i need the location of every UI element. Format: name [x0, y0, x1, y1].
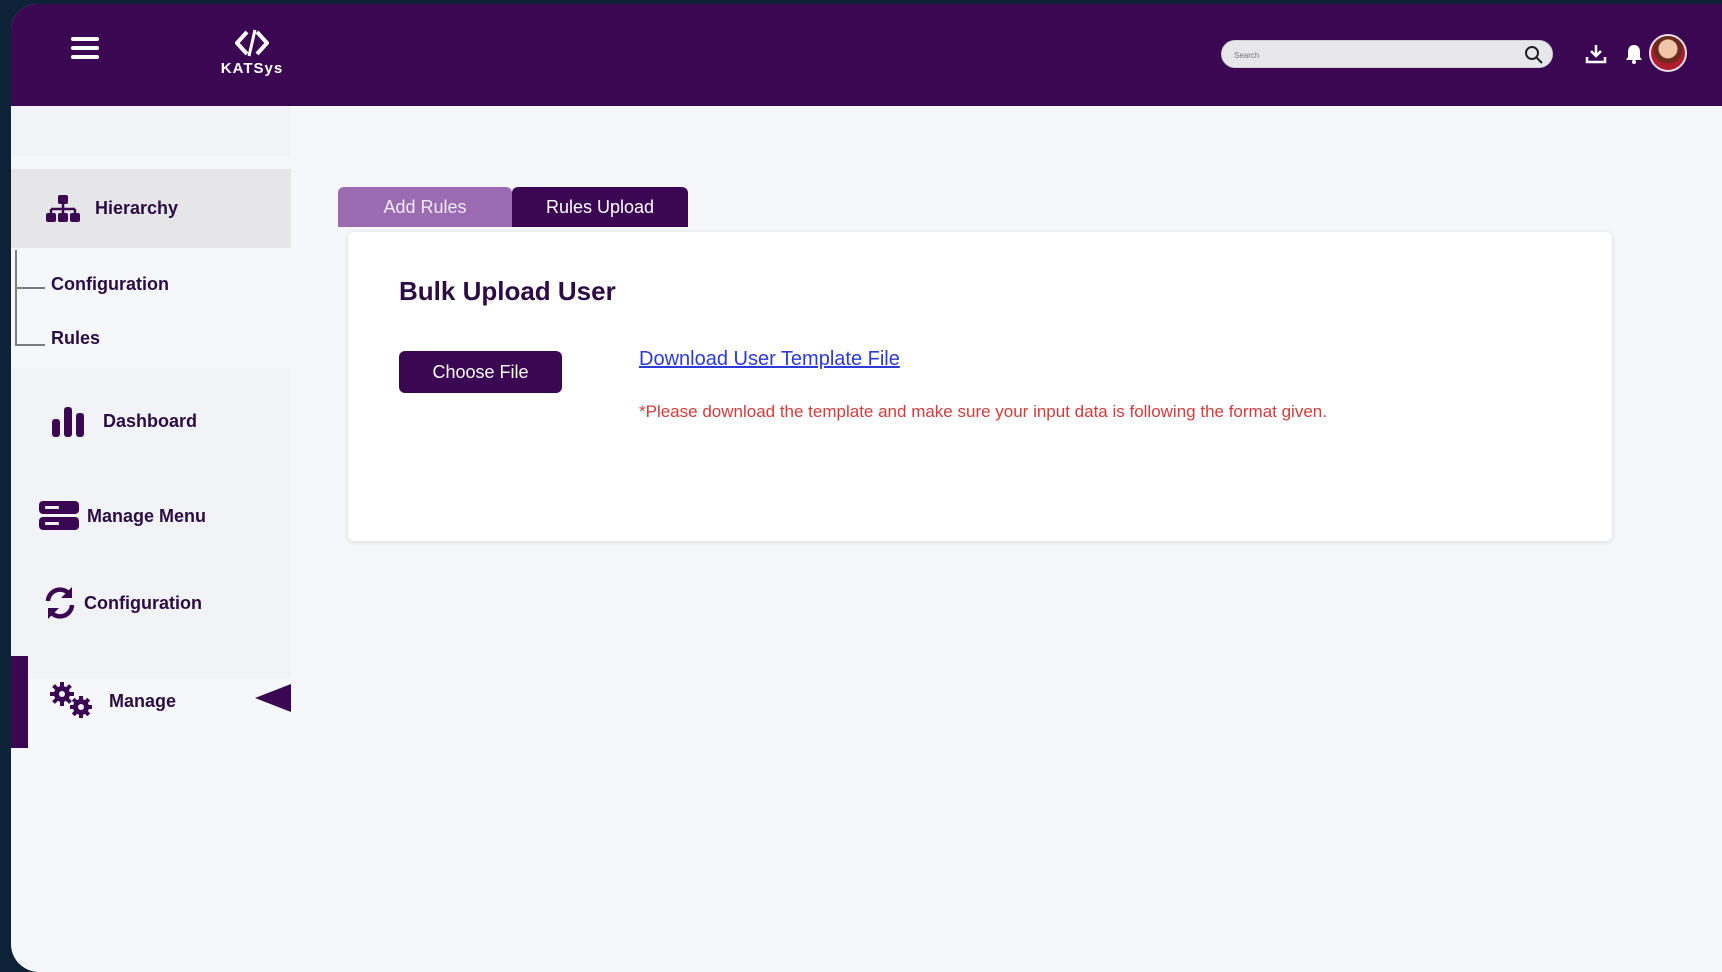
- server-icon: [39, 501, 79, 530]
- gears-icon: [50, 682, 92, 718]
- choose-file-button[interactable]: Choose File: [399, 351, 562, 393]
- user-avatar[interactable]: [1649, 34, 1687, 72]
- sidebar-subitem-rules[interactable]: Rules: [51, 328, 100, 349]
- format-note: *Please download the template and make s…: [639, 402, 1327, 421]
- tree-connector: [15, 250, 17, 346]
- brand-name: KATSys: [220, 60, 284, 77]
- tree-connector: [15, 344, 45, 346]
- sidebar-top-spacer: [11, 106, 291, 156]
- sidebar-item-manage[interactable]: Manage: [11, 671, 291, 731]
- card-title: Bulk Upload User: [399, 276, 616, 306]
- sidebar-item-label: Dashboard: [103, 410, 198, 431]
- hierarchy-icon: [46, 194, 80, 222]
- menu-icon[interactable]: [71, 37, 101, 63]
- download-icon[interactable]: [1584, 42, 1608, 66]
- brand-logo-mark: [235, 29, 269, 57]
- sidebar-item-manage-menu[interactable]: Manage Menu: [11, 486, 291, 546]
- tab-add-rules[interactable]: Add Rules: [338, 187, 512, 227]
- app-frame: KATSys Search Hierarchy Configuration Ru…: [11, 4, 1722, 972]
- sidebar-item-dashboard[interactable]: Dashboard: [11, 391, 291, 451]
- search-input[interactable]: [1234, 45, 1514, 65]
- sidebar-item-label: Manage Menu: [87, 505, 207, 526]
- tree-connector: [15, 287, 45, 289]
- upload-card: Bulk Upload User Choose File Download Us…: [348, 232, 1612, 541]
- sidebar: Hierarchy Configuration Rules Dashboard …: [11, 106, 291, 972]
- search-box[interactable]: [1221, 40, 1553, 68]
- brand-logo[interactable]: KATSys: [207, 28, 297, 86]
- bell-icon[interactable]: [1622, 42, 1646, 66]
- sidebar-item-hierarchy[interactable]: Hierarchy: [11, 169, 291, 248]
- sidebar-item-label: Configuration: [84, 592, 202, 613]
- search-icon[interactable]: [1524, 45, 1544, 65]
- download-template-link[interactable]: Download User Template File: [639, 348, 900, 371]
- bar-chart-icon: [52, 407, 84, 437]
- sidebar-subitem-configuration[interactable]: Configuration: [51, 274, 169, 295]
- tab-rules-upload[interactable]: Rules Upload: [512, 187, 688, 227]
- sidebar-item-configuration[interactable]: Configuration: [11, 573, 291, 633]
- sidebar-item-label: Hierarchy: [95, 198, 179, 218]
- sidebar-item-label: Manage: [109, 690, 177, 711]
- sync-icon: [45, 587, 75, 619]
- collapse-arrow-icon[interactable]: [255, 684, 291, 712]
- top-bar: KATSys: [11, 4, 1722, 106]
